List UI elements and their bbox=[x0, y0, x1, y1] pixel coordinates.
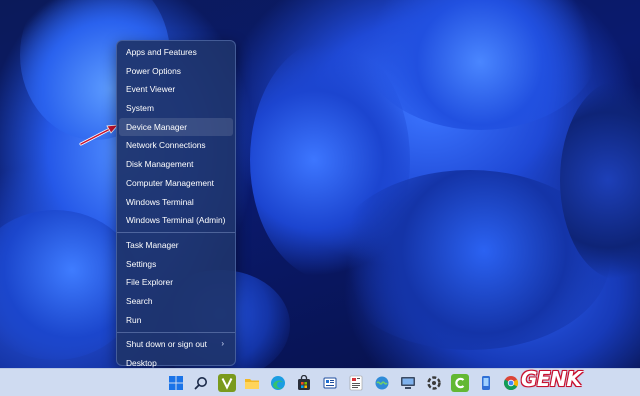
menu-item-task-manager[interactable]: Task Manager bbox=[119, 236, 233, 255]
app-icon[interactable] bbox=[373, 374, 391, 392]
menu-item-windows-terminal-admin[interactable]: Windows Terminal (Admin) bbox=[119, 211, 233, 230]
app-icon[interactable] bbox=[451, 374, 469, 392]
chrome-icon[interactable] bbox=[502, 374, 520, 392]
menu-item-device-manager[interactable]: Device Manager bbox=[119, 117, 233, 137]
menu-item-disk-management[interactable]: Disk Management bbox=[119, 155, 233, 174]
menu-item-search[interactable]: Search bbox=[119, 292, 233, 311]
menu-item-shut-down-or-sign-out[interactable]: Shut down or sign out › bbox=[119, 335, 233, 354]
menu-item-file-explorer[interactable]: File Explorer bbox=[119, 273, 233, 292]
menu-item-label: Power Options bbox=[126, 65, 181, 76]
app-icon[interactable] bbox=[399, 374, 417, 392]
app-icon[interactable] bbox=[425, 374, 443, 392]
menu-item-label: Settings bbox=[126, 258, 157, 269]
windows-start-icon[interactable] bbox=[167, 374, 185, 392]
menu-item-windows-terminal[interactable]: Windows Terminal bbox=[119, 193, 233, 212]
menu-item-label: File Explorer bbox=[126, 277, 174, 288]
power-user-context-menu: Apps and Features Power Options Event Vi… bbox=[116, 40, 236, 368]
menu-item-label: Windows Terminal (Admin) bbox=[126, 215, 226, 226]
menu-item-run[interactable]: Run bbox=[119, 311, 233, 330]
chevron-right-icon: › bbox=[221, 339, 224, 349]
menu-item-computer-management[interactable]: Computer Management bbox=[119, 174, 233, 193]
genk-watermark-logo: GENK bbox=[521, 366, 582, 392]
menu-item-label: System bbox=[126, 103, 154, 114]
menu-separator bbox=[117, 232, 235, 234]
menu-item-label: Apps and Features bbox=[126, 47, 197, 57]
edge-browser-icon[interactable] bbox=[269, 374, 287, 392]
menu-item-label: Task Manager bbox=[126, 239, 179, 250]
menu-item-label: Computer Management bbox=[126, 177, 214, 188]
menu-item-label: Windows Terminal bbox=[126, 196, 194, 207]
menu-item-event-viewer[interactable]: Event Viewer bbox=[119, 80, 233, 99]
search-icon[interactable] bbox=[192, 374, 210, 392]
menu-item-label: Network Connections bbox=[126, 140, 206, 151]
menu-item-label: Search bbox=[126, 295, 153, 306]
v-app-icon[interactable] bbox=[218, 374, 236, 392]
microsoft-store-icon[interactable] bbox=[295, 374, 313, 392]
watermark-text: GENK bbox=[521, 367, 582, 391]
menu-item-label: Shut down or sign out bbox=[126, 339, 208, 350]
menu-item-label: Event Viewer bbox=[126, 84, 176, 95]
menu-item-settings[interactable]: Settings bbox=[119, 255, 233, 274]
menu-item-label: Desktop bbox=[126, 358, 157, 368]
menu-item-system[interactable]: System bbox=[119, 99, 233, 118]
app-icon[interactable] bbox=[321, 374, 339, 392]
menu-item-power-options[interactable]: Power Options bbox=[119, 62, 233, 81]
menu-item-label: Disk Management bbox=[126, 159, 194, 170]
desktop-wallpaper bbox=[0, 0, 640, 368]
menu-separator bbox=[117, 331, 235, 333]
app-icon[interactable] bbox=[347, 374, 365, 392]
menu-item-label: Run bbox=[126, 314, 142, 325]
menu-item-apps-and-features[interactable]: Apps and Features bbox=[119, 43, 233, 62]
app-icon[interactable] bbox=[477, 374, 495, 392]
file-explorer-icon[interactable] bbox=[243, 374, 261, 392]
menu-item-network-connections[interactable]: Network Connections bbox=[119, 136, 233, 155]
menu-item-label: Device Manager bbox=[126, 121, 187, 132]
